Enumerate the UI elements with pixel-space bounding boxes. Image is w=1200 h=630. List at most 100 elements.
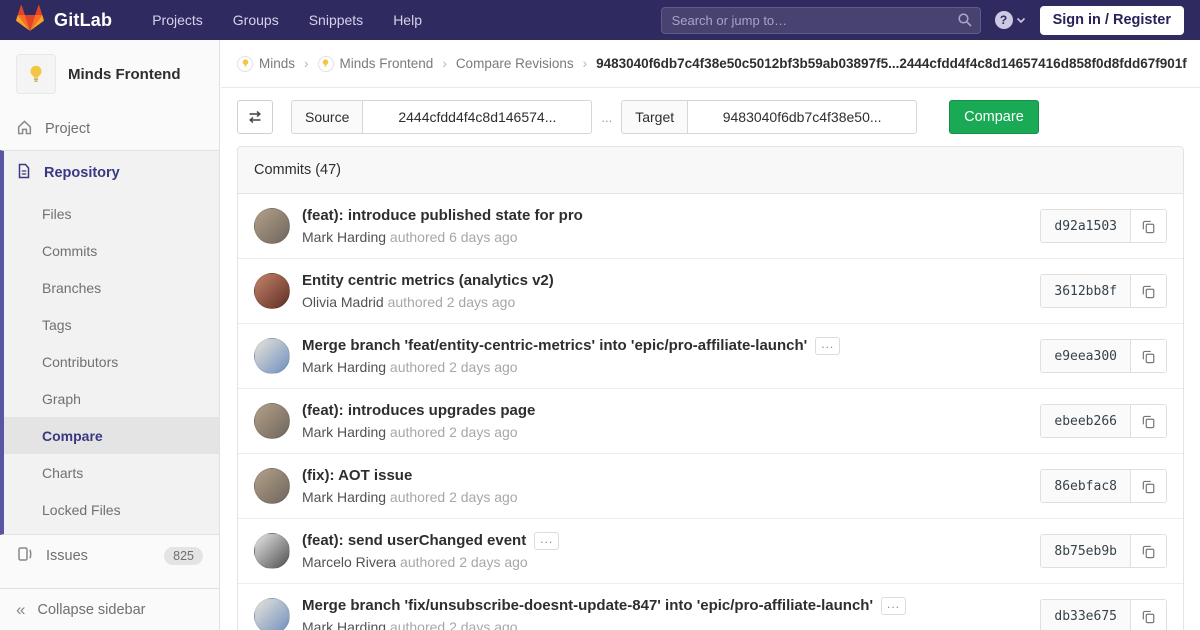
sidebar-item-label: Issues xyxy=(46,548,88,564)
sidebar-repo-subitem[interactable]: Branches xyxy=(4,269,219,306)
copy-icon xyxy=(1141,479,1156,494)
navbar-menu-item[interactable]: Projects xyxy=(152,12,203,28)
copy-icon xyxy=(1141,284,1156,299)
brand-wordmark: GitLab xyxy=(54,10,112,31)
navbar-menu-item[interactable]: Snippets xyxy=(309,12,363,28)
commit-title[interactable]: Merge branch 'fix/unsubscribe-doesnt-upd… xyxy=(302,597,873,614)
expand-commit-message-button[interactable]: ... xyxy=(534,532,559,550)
author-avatar[interactable] xyxy=(254,468,290,504)
commit-title[interactable]: (feat): introduce published state for pr… xyxy=(302,207,583,224)
breadcrumb-label[interactable]: Minds xyxy=(259,56,295,71)
commit-title[interactable]: (feat): introduces upgrades page xyxy=(302,402,535,419)
author-avatar[interactable] xyxy=(254,208,290,244)
navbar-menu-item[interactable]: Groups xyxy=(233,12,279,28)
form-separator: ... xyxy=(601,110,612,125)
sidebar-item-repository[interactable]: Repository xyxy=(4,151,219,195)
copy-sha-button[interactable] xyxy=(1131,275,1166,307)
author-avatar[interactable] xyxy=(254,533,290,569)
sidebar-repository-section: Repository FilesCommitsBranchesTagsContr… xyxy=(0,150,219,535)
sidebar-repo-subitem[interactable]: Files xyxy=(4,195,219,232)
copy-sha-button[interactable] xyxy=(1131,210,1166,242)
breadcrumb-label[interactable]: Compare Revisions xyxy=(456,56,574,71)
sign-in-button[interactable]: Sign in / Register xyxy=(1040,6,1184,35)
search-icon[interactable] xyxy=(957,12,973,33)
gitlab-brand[interactable]: GitLab xyxy=(16,4,112,37)
lightbulb-icon xyxy=(240,58,251,69)
commit-author[interactable]: Mark Harding xyxy=(302,359,386,375)
commit-author[interactable]: Mark Harding xyxy=(302,424,386,440)
commits-list: (feat): introduce published state for pr… xyxy=(238,194,1183,630)
expand-commit-message-button[interactable]: ... xyxy=(881,597,906,615)
main-content: Minds › Minds Frontend › xyxy=(221,40,1200,630)
commit-sha[interactable]: 3612bb8f xyxy=(1041,275,1131,307)
sidebar-repo-subitem[interactable]: Commits xyxy=(4,232,219,269)
commit-author[interactable]: Marcelo Rivera xyxy=(302,554,396,570)
commit-row: (feat): introduce published state for pr… xyxy=(238,194,1183,258)
sidebar-project-header[interactable]: Minds Frontend xyxy=(0,40,219,108)
author-avatar[interactable] xyxy=(254,338,290,374)
issues-icon xyxy=(16,546,34,566)
breadcrumb-item: Minds › xyxy=(237,56,318,72)
copy-icon xyxy=(1141,544,1156,559)
breadcrumb-label[interactable]: Minds Frontend xyxy=(340,56,434,71)
breadcrumb-label[interactable]: 9483040f6db7c4f38e50c5012bf3b59ab03897f5… xyxy=(596,56,1187,71)
copy-icon xyxy=(1141,414,1156,429)
commit-title[interactable]: Merge branch 'feat/entity-centric-metric… xyxy=(302,337,807,354)
sidebar-repo-subitem[interactable]: Graph xyxy=(4,380,219,417)
document-icon xyxy=(16,163,32,183)
commit-row: (fix): AOT issue... Mark Harding authore… xyxy=(238,453,1183,518)
commit-sha[interactable]: ebeeb266 xyxy=(1041,405,1131,437)
sidebar-repo-subitem[interactable]: Charts xyxy=(4,454,219,491)
commit-time: authored 2 days ago xyxy=(390,489,518,505)
sidebar: Minds Frontend Project Repository FilesC… xyxy=(0,40,220,630)
commit-sha[interactable]: 8b75eb9b xyxy=(1041,535,1131,567)
sidebar-item-project[interactable]: Project xyxy=(0,108,219,150)
commit-sha-group: 86ebfac8 xyxy=(1040,469,1167,503)
author-avatar[interactable] xyxy=(254,403,290,439)
swap-revisions-button[interactable] xyxy=(237,100,273,134)
commit-author[interactable]: Mark Harding xyxy=(302,619,386,630)
sidebar-repo-subitem[interactable]: Compare xyxy=(4,417,219,454)
home-icon xyxy=(16,119,33,140)
breadcrumb-item: Minds Frontend › xyxy=(318,56,456,72)
project-mini-avatar xyxy=(237,56,253,72)
commit-title[interactable]: Entity centric metrics (analytics v2) xyxy=(302,272,554,289)
help-icon: ? xyxy=(995,11,1013,29)
gitlab-tanuki-icon xyxy=(16,4,44,37)
commit-title[interactable]: (feat): send userChanged event xyxy=(302,532,526,549)
sidebar-item-issues[interactable]: Issues 825 xyxy=(0,535,219,577)
commit-sha-group: ebeeb266 xyxy=(1040,404,1167,438)
target-revision-input[interactable] xyxy=(687,100,917,134)
commit-sha[interactable]: e9eea300 xyxy=(1041,340,1131,372)
author-avatar[interactable] xyxy=(254,598,290,630)
breadcrumb-separator: › xyxy=(442,56,447,71)
sidebar-repo-subitem[interactable]: Tags xyxy=(4,306,219,343)
commit-row: Merge branch 'fix/unsubscribe-doesnt-upd… xyxy=(238,583,1183,630)
copy-sha-button[interactable] xyxy=(1131,470,1166,502)
commit-time: authored 2 days ago xyxy=(400,554,528,570)
sidebar-repo-subitem[interactable]: Locked Files xyxy=(4,491,219,528)
copy-sha-button[interactable] xyxy=(1131,340,1166,372)
commit-author[interactable]: Mark Harding xyxy=(302,489,386,505)
commit-sha[interactable]: d92a1503 xyxy=(1041,210,1131,242)
project-mini-avatar xyxy=(318,56,334,72)
copy-sha-button[interactable] xyxy=(1131,405,1166,437)
commit-sha[interactable]: 86ebfac8 xyxy=(1041,470,1131,502)
navbar-menu-item[interactable]: Help xyxy=(393,12,422,28)
help-menu[interactable]: ? xyxy=(995,11,1026,29)
search-input[interactable] xyxy=(661,7,981,34)
commit-sha[interactable]: db33e675 xyxy=(1041,600,1131,630)
compare-button[interactable]: Compare xyxy=(949,100,1039,134)
navbar-right: ? Sign in / Register xyxy=(661,6,1184,35)
commit-title[interactable]: (fix): AOT issue xyxy=(302,467,412,484)
source-revision-input[interactable] xyxy=(362,100,592,134)
expand-commit-message-button[interactable]: ... xyxy=(815,337,840,355)
sidebar-repo-subitem[interactable]: Contributors xyxy=(4,343,219,380)
commit-author[interactable]: Mark Harding xyxy=(302,229,386,245)
breadcrumb-separator: › xyxy=(304,56,309,71)
commit-author[interactable]: Olivia Madrid xyxy=(302,294,384,310)
copy-sha-button[interactable] xyxy=(1131,600,1166,630)
collapse-sidebar-button[interactable]: « Collapse sidebar xyxy=(0,588,219,630)
copy-sha-button[interactable] xyxy=(1131,535,1166,567)
author-avatar[interactable] xyxy=(254,273,290,309)
